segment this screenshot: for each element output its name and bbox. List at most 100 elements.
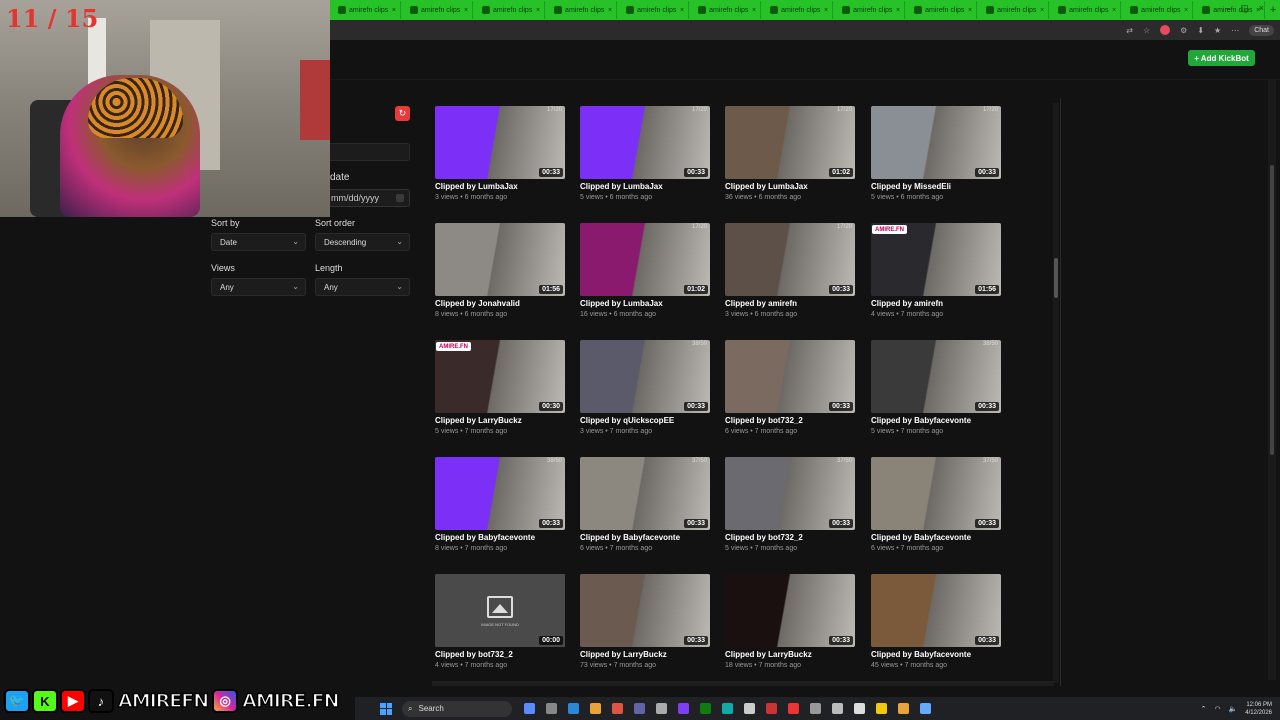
clip-title[interactable]: Clipped by Babyfacevonte xyxy=(435,533,535,542)
clip-title[interactable]: Clipped by amirefn xyxy=(871,299,943,308)
clip-title[interactable]: Clipped by Babyfacevonte xyxy=(871,650,971,659)
clip-card[interactable]: 37/50 00:33 Clipped by Babyfacevonte 6 view… xyxy=(580,449,710,554)
close-icon[interactable]: × xyxy=(608,7,612,14)
xbox-icon[interactable] xyxy=(700,703,711,714)
clip-title[interactable]: Clipped by qUickscopEE xyxy=(580,416,674,425)
translate-icon[interactable]: ⇄ xyxy=(1126,26,1133,35)
browser-tab[interactable]: amirefn clips × xyxy=(1050,1,1122,19)
browser-tab[interactable]: amirefn clips × xyxy=(762,1,834,19)
app-icon[interactable] xyxy=(634,703,645,714)
clip-card[interactable]: 37/50 00:33 Clipped by bot732_2 5 views • 7… xyxy=(725,449,855,554)
clip-card[interactable]: 17/20 00:33 Clipped by MissedEli 5 views • … xyxy=(871,98,1001,203)
close-icon[interactable]: × xyxy=(464,7,468,14)
app-icon[interactable] xyxy=(832,703,843,714)
browser-tab[interactable]: amirefn clips × xyxy=(978,1,1050,19)
clip-title[interactable]: Clipped by LumbaJax xyxy=(580,182,663,191)
clip-thumbnail[interactable]: 00:33 xyxy=(725,340,855,413)
grid-scrollbar[interactable] xyxy=(1053,103,1059,683)
clip-card[interactable]: 01:56 Clipped by Jonahvalid 8 views • 6 mo… xyxy=(435,215,565,320)
clip-title[interactable]: Clipped by LumbaJax xyxy=(725,182,808,191)
app-icon[interactable] xyxy=(788,703,799,714)
clip-card[interactable]: 17/20 00:33 Clipped by amirefn 3 views • 6 … xyxy=(725,215,855,320)
clip-thumbnail[interactable]: 37/50 00:33 xyxy=(871,457,1001,530)
clip-thumbnail[interactable]: 38/50 00:33 xyxy=(435,457,565,530)
bookmark-star-icon[interactable]: ☆ xyxy=(1143,26,1150,35)
windows-start-icon[interactable] xyxy=(380,702,392,715)
clip-card[interactable]: 00:33 Clipped by bot732_2 6 views • 7 mont… xyxy=(725,332,855,437)
app-icon[interactable] xyxy=(810,703,821,714)
close-icon[interactable]: × xyxy=(392,7,396,14)
clip-thumbnail[interactable]: 17/20 00:33 xyxy=(435,106,565,179)
close-icon[interactable]: × xyxy=(680,7,684,14)
clip-title[interactable]: Clipped by bot732_2 xyxy=(435,650,513,659)
tray-chevron-icon[interactable]: ⌃ xyxy=(1201,705,1207,713)
clip-card[interactable]: 38/50 00:33 Clipped by qUickscopEE 3 views … xyxy=(580,332,710,437)
grid-scrollbar-thumb[interactable] xyxy=(1054,258,1058,298)
browser-tab[interactable]: amirefn clips × xyxy=(618,1,690,19)
clip-card[interactable]: AMIRE.FN 00:30 Clipped by LarryBuckz 5 view… xyxy=(435,332,565,437)
clip-title[interactable]: Clipped by LarryBuckz xyxy=(435,416,522,425)
clip-title[interactable]: Clipped by bot732_2 xyxy=(725,533,803,542)
profile-avatar[interactable] xyxy=(1160,25,1171,35)
close-icon[interactable]: × xyxy=(536,7,540,14)
date-input[interactable]: mm/dd/yyyy xyxy=(330,189,410,207)
clip-thumbnail[interactable]: 17/20 00:33 xyxy=(725,223,855,296)
edge-icon[interactable] xyxy=(568,703,579,714)
calendar-icon[interactable] xyxy=(396,194,404,202)
app-icon[interactable] xyxy=(656,703,667,714)
clip-card[interactable]: 00:33 Clipped by LarryBuckz 73 views • 7 m… xyxy=(580,566,710,671)
wifi-icon[interactable]: ◠ xyxy=(1214,705,1220,713)
app-icon[interactable] xyxy=(744,703,755,714)
browser-tab[interactable]: amirefn clips × xyxy=(906,1,978,19)
views-select[interactable]: Any ⌄ xyxy=(211,278,306,296)
clock[interactable]: 12:06 PM 4/12/2026 xyxy=(1245,701,1272,717)
chrome-icon[interactable] xyxy=(898,703,909,714)
clip-card[interactable]: AMIRE.FN 01:56 Clipped by amirefn 4 views •… xyxy=(871,215,1001,320)
clip-card[interactable]: 38/50 00:33 Clipped by Babyfacevonte 8 view… xyxy=(435,449,565,554)
close-icon[interactable]: × xyxy=(896,7,900,14)
browser-tab[interactable]: amirefn clips × xyxy=(1122,1,1194,19)
clip-title[interactable]: Clipped by LumbaJax xyxy=(580,299,663,308)
app-icon[interactable] xyxy=(546,703,557,714)
sort-by-select[interactable]: Date ⌄ xyxy=(211,233,306,251)
clip-title[interactable]: Clipped by LarryBuckz xyxy=(580,650,667,659)
app-icon[interactable] xyxy=(766,703,777,714)
clip-thumbnail[interactable]: AMIRE.FN 00:30 xyxy=(435,340,565,413)
clip-thumbnail[interactable]: 00:33 xyxy=(580,574,710,647)
clip-thumbnail[interactable]: 17/20 01:02 xyxy=(725,106,855,179)
volume-icon[interactable]: 🔈 xyxy=(1229,705,1238,713)
app-icon[interactable] xyxy=(612,703,623,714)
clip-title[interactable]: Clipped by amirefn xyxy=(725,299,797,308)
folder-icon[interactable] xyxy=(876,703,887,714)
page-scrollbar[interactable] xyxy=(1268,80,1276,680)
close-icon[interactable]: × xyxy=(752,7,756,14)
window-controls[interactable]: –▢× xyxy=(1225,3,1274,14)
clip-title[interactable]: Clipped by Babyfacevonte xyxy=(871,416,971,425)
browser-tab[interactable]: amirefn clips × xyxy=(330,1,402,19)
clip-thumbnail[interactable]: 17/20 00:33 xyxy=(871,106,1001,179)
grid-horizontal-scrollbar[interactable] xyxy=(432,681,1054,686)
clip-thumbnail[interactable]: 38/50 00:33 xyxy=(871,340,1001,413)
clip-card[interactable]: 00:33 Clipped by LarryBuckz 18 views • 7 m… xyxy=(725,566,855,671)
clip-card[interactable]: 00:33 Clipped by Babyfacevonte 45 views • … xyxy=(871,566,1001,671)
clip-title[interactable]: Clipped by MissedEli xyxy=(871,182,951,191)
clip-title[interactable]: Clipped by Babyfacevonte xyxy=(871,533,971,542)
length-select[interactable]: Any ⌄ xyxy=(315,278,410,296)
close-icon[interactable]: × xyxy=(968,7,972,14)
clip-thumbnail[interactable]: 01:56 xyxy=(435,223,565,296)
clip-title[interactable]: Clipped by Jonahvalid xyxy=(435,299,520,308)
chat-button[interactable]: Chat xyxy=(1249,24,1274,36)
clip-card[interactable]: 38/50 00:33 Clipped by Babyfacevonte 5 view… xyxy=(871,332,1001,437)
search-field[interactable] xyxy=(330,143,410,161)
clip-card[interactable]: 17/20 01:02 Clipped by LumbaJax 36 views • … xyxy=(725,98,855,203)
clip-card[interactable]: 17/20 01:02 Clipped by LumbaJax 16 views • … xyxy=(580,215,710,320)
clip-thumbnail[interactable]: 38/50 00:33 xyxy=(580,340,710,413)
close-icon[interactable]: × xyxy=(1112,7,1116,14)
clip-title[interactable]: Clipped by bot732_2 xyxy=(725,416,803,425)
browser-tab[interactable]: amirefn clips × xyxy=(402,1,474,19)
close-icon[interactable]: × xyxy=(1040,7,1044,14)
app-icon[interactable] xyxy=(920,703,931,714)
taskbar-search[interactable]: ⌕ Search xyxy=(402,700,512,717)
clip-thumbnail[interactable]: 17/20 00:33 xyxy=(580,106,710,179)
clip-title[interactable]: Clipped by LumbaJax xyxy=(435,182,518,191)
